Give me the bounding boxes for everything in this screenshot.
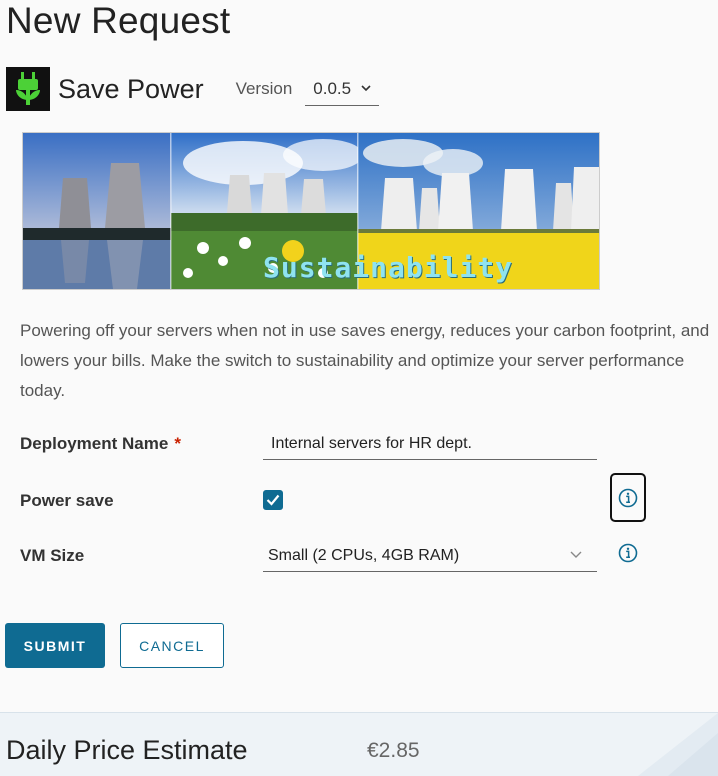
submit-button[interactable]: SUBMIT bbox=[5, 623, 105, 668]
estimate-value: €2.85 bbox=[367, 739, 420, 762]
estimate-label: Daily Price Estimate bbox=[6, 735, 248, 765]
deployment-name-label-text: Deployment Name bbox=[20, 434, 169, 453]
banner-caption: Sustainability bbox=[263, 251, 514, 284]
page-title: New Request bbox=[6, 0, 231, 41]
chevron-down-icon bbox=[570, 551, 582, 558]
power-plug-icon bbox=[6, 67, 50, 111]
catalog-header: Save Power Version 0.0.5 bbox=[6, 66, 380, 112]
version-label: Version bbox=[235, 79, 293, 98]
price-estimate-footer: Daily Price Estimate €2.85 bbox=[0, 712, 718, 776]
power-save-checkbox[interactable] bbox=[263, 490, 283, 510]
deployment-name-input[interactable]: Internal servers for HR dept. bbox=[263, 428, 597, 460]
power-save-label: Power save bbox=[20, 491, 114, 510]
cancel-button[interactable]: CANCEL bbox=[120, 623, 224, 668]
catalog-description: Powering off your servers when not in us… bbox=[20, 321, 710, 400]
catalog-item-name: Save Power bbox=[58, 73, 204, 104]
vm-size-info-button[interactable] bbox=[618, 543, 638, 568]
required-marker: * bbox=[174, 434, 181, 453]
banner-image: Sustainability bbox=[22, 132, 600, 290]
power-save-info-button[interactable] bbox=[610, 473, 646, 522]
checkmark-icon bbox=[266, 494, 280, 506]
version-select[interactable]: 0.0.5 bbox=[305, 78, 380, 106]
vm-size-label: VM Size bbox=[20, 546, 85, 565]
chevron-down-icon bbox=[361, 85, 371, 92]
version-value: 0.0.5 bbox=[313, 78, 352, 98]
info-icon bbox=[618, 488, 638, 507]
vm-size-value: Small (2 CPUs, 4GB RAM) bbox=[268, 547, 460, 564]
deployment-name-label: Deployment Name * bbox=[20, 434, 181, 454]
vm-size-select[interactable]: Small (2 CPUs, 4GB RAM) bbox=[263, 540, 597, 572]
footer-decoration bbox=[638, 713, 718, 776]
info-icon bbox=[618, 543, 638, 563]
